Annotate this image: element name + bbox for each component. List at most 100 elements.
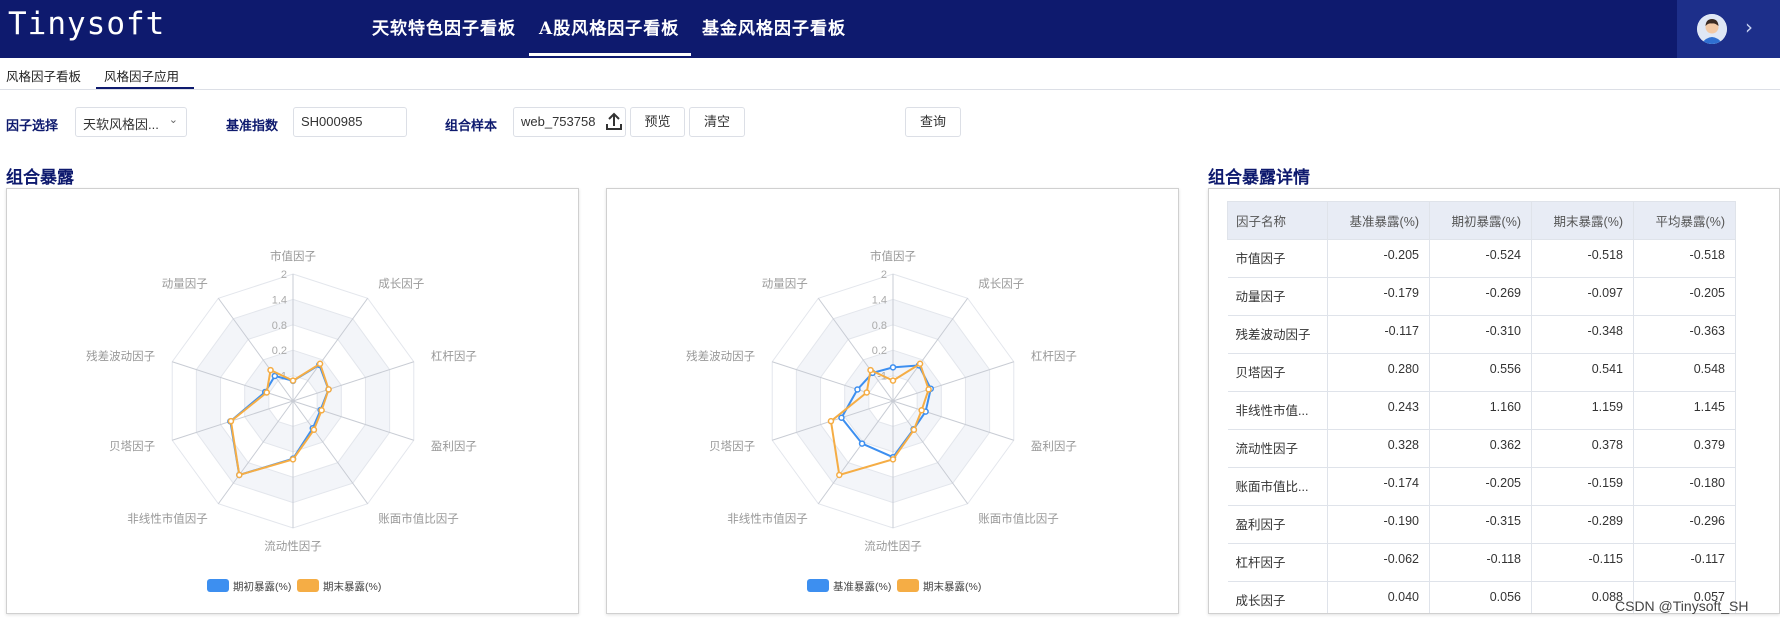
column-header[interactable]: 基准暴露(%) xyxy=(1327,201,1430,240)
user-avatar-icon[interactable] xyxy=(1697,14,1727,44)
radar-data-point[interactable] xyxy=(867,366,874,374)
radar-data-point[interactable] xyxy=(889,377,897,384)
radar-data-point[interactable] xyxy=(263,389,270,396)
upload-icon[interactable] xyxy=(604,110,624,134)
radar-data-point[interactable] xyxy=(910,426,918,434)
radar-data-point[interactable] xyxy=(838,414,845,421)
chevron-right-icon[interactable]: › xyxy=(1745,15,1753,39)
factor-name-cell: 残差波动因子 xyxy=(1227,315,1328,354)
radar-data-point[interactable] xyxy=(316,360,324,367)
legend-label[interactable]: 基准暴露(%) xyxy=(833,580,891,593)
radar-data-point[interactable] xyxy=(889,456,897,463)
radar-data-point[interactable] xyxy=(318,407,325,414)
subtab-style-factor-board[interactable]: 风格因子看板 xyxy=(6,66,81,85)
column-header[interactable]: 平均暴露(%) xyxy=(1633,201,1736,240)
radar-data-point[interactable] xyxy=(227,417,235,425)
table-row: 账面市值比... -0.174 -0.205 -0.159 -0.180 xyxy=(1227,467,1736,506)
radar-tick-label: 0.2 xyxy=(272,345,287,357)
nav-tab-tinysoft-factor-board[interactable]: 天软特色因子看板 xyxy=(372,14,516,39)
user-menu[interactable]: › xyxy=(1677,0,1780,58)
exposure-value-cell: 0.056 xyxy=(1429,581,1532,613)
radar-tick-label: 0.2 xyxy=(872,345,887,357)
factor-select[interactable]: 天软风格因... ⌄ xyxy=(75,107,187,137)
benchmark-label: 基准指数 xyxy=(226,118,279,133)
radar-data-point[interactable] xyxy=(289,456,297,463)
table-row: 杠杆因子 -0.062 -0.118 -0.115 -0.117 xyxy=(1227,543,1736,582)
factor-name-cell: 流动性因子 xyxy=(1227,429,1328,468)
radar-data-point[interactable] xyxy=(916,360,924,367)
exposure-value-cell: -0.115 xyxy=(1531,543,1634,582)
active-subtab-indicator xyxy=(96,87,194,89)
radar-indicator-label: 账面市值比因子 xyxy=(378,511,459,525)
exposure-value-cell: 0.280 xyxy=(1327,353,1430,392)
radar-data-point[interactable] xyxy=(310,426,318,434)
benchmark-input[interactable]: SH000985 xyxy=(293,107,407,137)
radar-data-point[interactable] xyxy=(325,386,332,393)
exposure-value-cell: 1.145 xyxy=(1633,391,1736,430)
exposure-value-cell: 0.243 xyxy=(1327,391,1430,430)
radar-indicator-label: 市值因子 xyxy=(270,249,316,263)
radar-data-point[interactable] xyxy=(236,471,243,479)
radar-data-point[interactable] xyxy=(889,364,897,371)
radar-data-point[interactable] xyxy=(271,372,279,380)
exposure-value-cell: -0.315 xyxy=(1429,505,1532,544)
radar-indicator-label: 成长因子 xyxy=(978,278,1024,291)
exposure-value-cell: 0.379 xyxy=(1633,429,1736,468)
exposure-value-cell: 1.160 xyxy=(1429,391,1532,430)
exposure-detail-panel: 因子名称 基准暴露(%) 期初暴露(%) 期末暴露(%) 平均暴露(%) 市值因… xyxy=(1208,188,1780,614)
column-header[interactable]: 期初暴露(%) xyxy=(1429,201,1532,240)
exposure-value-cell: -0.296 xyxy=(1633,505,1736,544)
subtab-style-factor-application[interactable]: 风格因子应用 xyxy=(104,66,179,85)
table-row: 流动性因子 0.328 0.362 0.378 0.379 xyxy=(1227,429,1736,468)
legend-label[interactable]: 期初暴露(%) xyxy=(233,580,291,593)
radar-data-point[interactable] xyxy=(827,417,835,425)
exposure-value-cell: -0.310 xyxy=(1429,315,1532,354)
exposure-value-cell: 0.541 xyxy=(1531,353,1634,392)
exposure-value-cell: -0.118 xyxy=(1429,543,1532,582)
radar-data-point[interactable] xyxy=(854,386,861,393)
legend-swatch[interactable] xyxy=(897,579,919,592)
radar-data-point[interactable] xyxy=(925,386,932,393)
exposure-value-cell: -0.269 xyxy=(1429,277,1532,316)
preview-button[interactable]: 预览 xyxy=(630,107,685,137)
radar-data-point[interactable] xyxy=(289,377,297,384)
radar-tick-label: 0.8 xyxy=(872,320,887,332)
factor-select-value: 天软风格因... xyxy=(83,117,159,132)
legend-swatch[interactable] xyxy=(207,579,229,592)
radar-data-point[interactable] xyxy=(918,407,925,414)
column-header[interactable]: 因子名称 xyxy=(1227,201,1328,240)
table-row: 动量因子 -0.179 -0.269 -0.097 -0.205 xyxy=(1227,277,1736,316)
table-row: 贝塔因子 0.280 0.556 0.541 0.548 xyxy=(1227,353,1736,392)
radar-chart-panel-1: 2 1.4 0.8 0.2 -1 市值因子 成长因子 杠杆因子 盈利因子 账面市值比因子 流动性因子… xyxy=(6,188,579,614)
table-header-row: 因子名称 基准暴露(%) 期初暴露(%) 期末暴露(%) 平均暴露(%) xyxy=(1227,201,1736,240)
legend-swatch[interactable] xyxy=(297,579,319,592)
exposure-value-cell: -0.518 xyxy=(1633,239,1736,278)
exposure-value-cell: -0.524 xyxy=(1429,239,1532,278)
query-button[interactable]: 查询 xyxy=(905,107,961,137)
legend-label[interactable]: 期末暴露(%) xyxy=(923,580,981,593)
radar-data-point[interactable] xyxy=(267,366,274,374)
radar-tick-label: 0.8 xyxy=(272,320,287,332)
radar-indicator-label: 动量因子 xyxy=(162,278,208,291)
radar-tick-label: 1.4 xyxy=(272,294,287,306)
exposure-detail-table: 因子名称 基准暴露(%) 期初暴露(%) 期末暴露(%) 平均暴露(%) 市值因… xyxy=(1227,201,1736,613)
radar-data-point[interactable] xyxy=(858,440,866,447)
legend-swatch[interactable] xyxy=(807,579,829,592)
radar-indicator-label: 流动性因子 xyxy=(864,539,922,553)
nav-tab-fund-style-factor-board[interactable]: 基金风格因子看板 xyxy=(702,14,846,39)
clear-button[interactable]: 清空 xyxy=(689,107,745,137)
table-body: 市值因子 -0.205 -0.524 -0.518 -0.518 动量因子 -0.179 -0… xyxy=(1227,239,1736,613)
nav-tab-a-share-style-factor-board[interactable]: A股风格因子看板 xyxy=(539,14,679,39)
exposure-value-cell: -0.179 xyxy=(1327,277,1430,316)
column-header[interactable]: 期末暴露(%) xyxy=(1531,201,1634,240)
active-nav-indicator xyxy=(529,53,691,56)
radar-data-point[interactable] xyxy=(836,471,843,479)
app-logo[interactable]: Tinysoft xyxy=(8,6,165,42)
radar-data-point[interactable] xyxy=(863,389,870,396)
exposure-value-cell: 0.556 xyxy=(1429,353,1532,392)
radar-chart-1: 21.40.80.2-1市值因子成长因子杠杆因子盈利因子账面市值比因子流动性因子… xyxy=(86,249,477,593)
sub-tab-bar: 风格因子看板 风格因子应用 xyxy=(0,58,1780,90)
exposure-value-cell: -0.348 xyxy=(1531,315,1634,354)
legend-label[interactable]: 期末暴露(%) xyxy=(323,580,381,593)
exposure-value-cell: -0.097 xyxy=(1531,277,1634,316)
